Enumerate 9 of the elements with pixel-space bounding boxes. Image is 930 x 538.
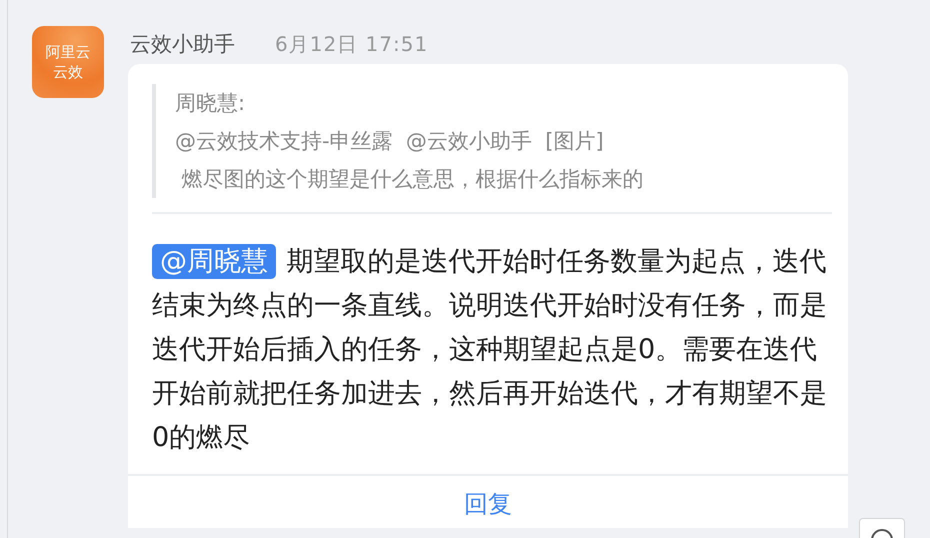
message-time: 6月12日 17:51 bbox=[275, 30, 428, 58]
message-text: @周晓慧 期望取的是迭代开始时任务数量为起点，迭代结束为终点的一条直线。说明迭代开始时没有任务，而是迭代开始后插入的任务，这种期望起点是0。需要在迭代开始前就把任务加进去，然后再开始迭代，才有期望不是0的燃尽 bbox=[152, 243, 828, 455]
quote-author: 周晓慧: bbox=[175, 90, 246, 117]
quote-text: @云效技术支持-申丝露 @云效小助手 [图片] bbox=[175, 128, 605, 155]
app-logo: 阿里云 云效 bbox=[32, 26, 104, 98]
quote-text: 燃尽图的这个期望是什么意思，根据什么指标来的 bbox=[180, 166, 645, 193]
sender-name: 云效小助手 bbox=[130, 31, 235, 58]
mention-link[interactable]: @周晓慧 bbox=[152, 244, 276, 279]
reply-button[interactable]: 回复 bbox=[128, 474, 848, 528]
